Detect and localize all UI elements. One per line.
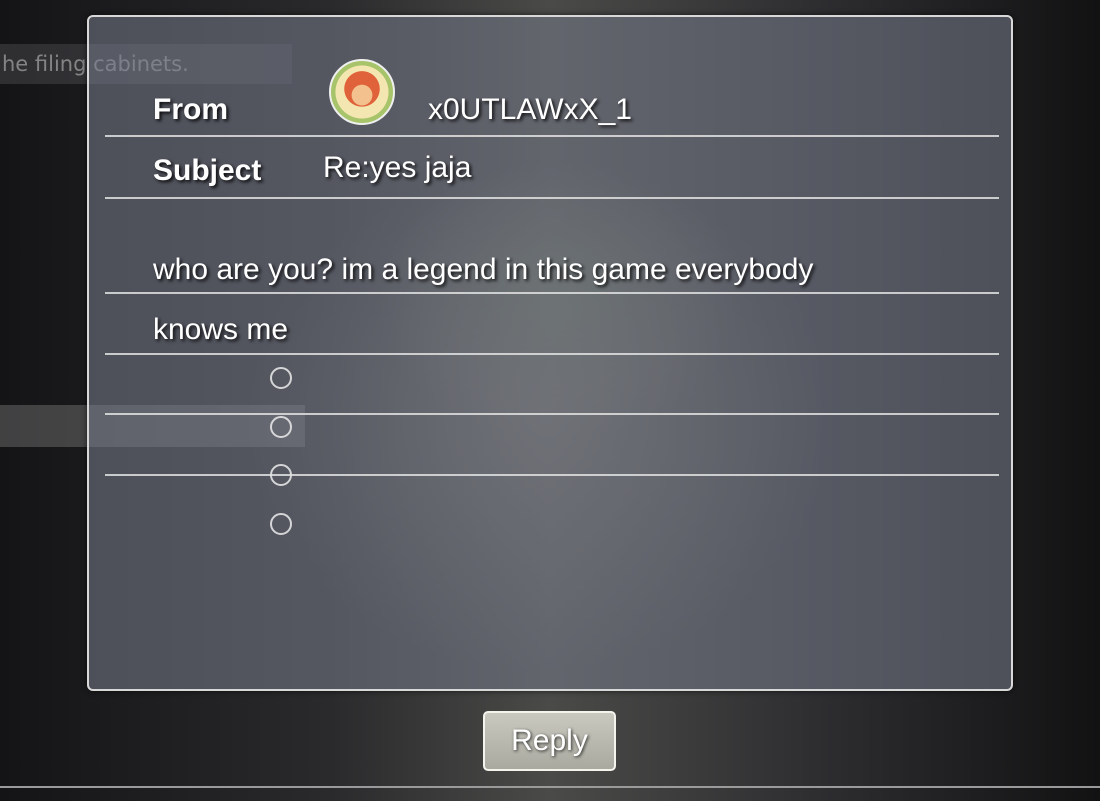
empty-line-radio-icon <box>270 367 292 389</box>
from-label: From <box>153 93 228 126</box>
divider-line <box>105 135 999 137</box>
divider-line <box>105 197 999 199</box>
divider-line <box>105 292 999 294</box>
empty-line-radio-icon <box>270 513 292 535</box>
divider-line <box>105 474 999 476</box>
subject-label: Subject <box>153 154 262 187</box>
subject-text: Re:yes jaja <box>323 151 472 184</box>
sender-avatar <box>329 59 395 125</box>
message-panel: From x0UTLAWxX_1 Subject Re:yes jaja who… <box>87 15 1013 691</box>
reply-button[interactable]: Reply <box>483 711 616 771</box>
divider-line <box>105 353 999 355</box>
message-body-line-2: knows me <box>153 313 289 346</box>
divider-line <box>105 413 999 415</box>
empty-line-radio-icon <box>270 416 292 438</box>
sender-name: x0UTLAWxX_1 <box>428 93 632 126</box>
message-body-line-1: who are you? im a legend in this game ev… <box>153 253 814 286</box>
game-screen: he filing cabinets. From x0UTLAWxX_1 Sub… <box>0 0 1100 801</box>
screen-bottom-edge <box>0 786 1100 788</box>
